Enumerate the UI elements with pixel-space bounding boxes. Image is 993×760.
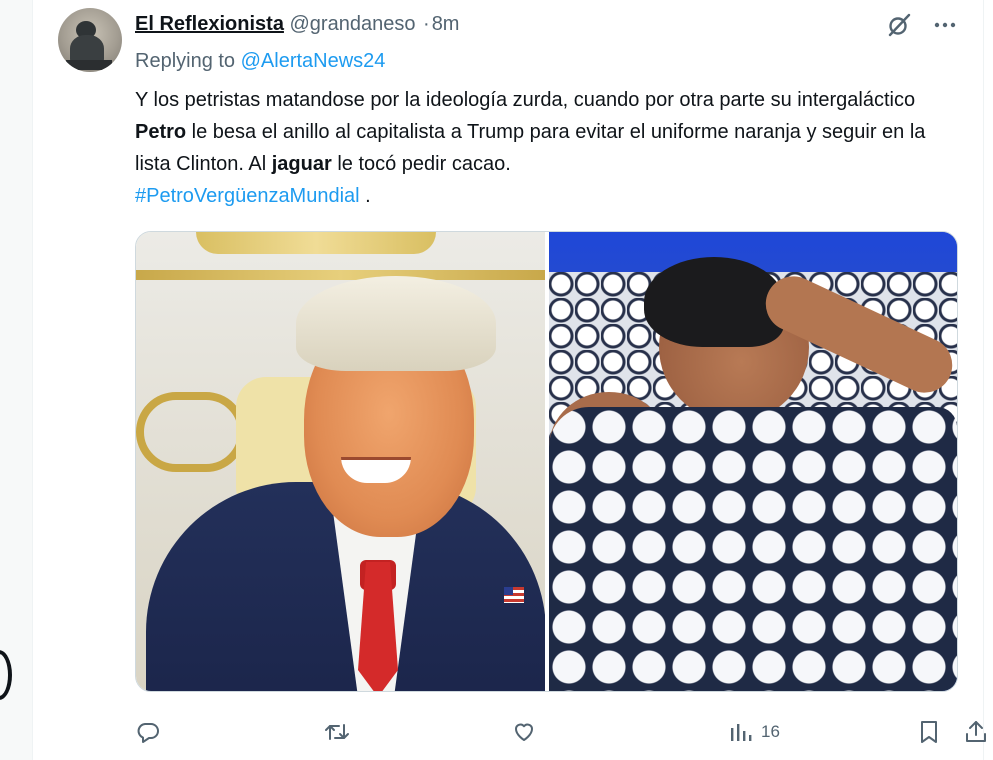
reply-icon (135, 719, 161, 745)
views-button[interactable]: 16 (729, 716, 780, 748)
avatar[interactable] (58, 8, 122, 72)
replying-to-prefix: Replying to (135, 50, 236, 72)
like-button[interactable] (511, 716, 537, 748)
author-display-name[interactable]: El Reflexionista (135, 13, 284, 35)
smiling-man-in-suit-photo[interactable] (136, 232, 545, 691)
bookmark-icon (917, 719, 941, 745)
like-icon (511, 719, 537, 745)
gold-ornament (136, 392, 246, 472)
tweet-text-part: Y los petristas matandose por la ideolog… (135, 89, 916, 111)
tweet-text-part: le besa el anillo al capitalista a Trump… (135, 121, 926, 175)
tweet-text-part: le tocó pedir cacao. (331, 153, 511, 175)
tweet[interactable]: El Reflexionista @grandaneso · 8m Replyin… (33, 0, 986, 760)
reply-mention-link[interactable]: @AlertaNews24 (241, 50, 386, 72)
grok-icon[interactable] (885, 11, 913, 39)
views-icon (729, 719, 753, 745)
share-button[interactable] (963, 716, 989, 748)
bookmark-button[interactable] (917, 716, 941, 748)
gold-molding (136, 270, 545, 280)
hair (296, 276, 496, 371)
header-separator: · (423, 13, 430, 35)
tweet-text-bold: Petro (135, 121, 187, 143)
thinker-statue-base (66, 60, 112, 70)
man-sleeping-under-blanket-photo[interactable] (548, 232, 957, 691)
dark-hair (643, 257, 784, 347)
tweet-header: El Reflexionista @grandaneso · 8m (135, 11, 459, 37)
reply-button[interactable] (135, 716, 161, 748)
hashtag-link[interactable]: #PetroVergüenzaMundial (135, 185, 360, 207)
share-icon (963, 719, 989, 745)
gold-ornament-top (196, 232, 436, 254)
column-divider-right (983, 0, 984, 760)
patterned-blanket (548, 407, 957, 691)
left-gutter (0, 0, 32, 760)
flag-pin-icon (504, 587, 524, 603)
media-grid (135, 231, 958, 692)
tweet-actions: 16 (135, 716, 986, 748)
partial-edge-icon (0, 650, 12, 700)
retweet-button[interactable] (323, 716, 351, 748)
author-handle[interactable]: @grandaneso (290, 13, 416, 35)
replying-to: Replying to @AlertaNews24 (135, 48, 385, 74)
retweet-icon (323, 719, 351, 745)
tweet-text: Y los petristas matandose por la ideolog… (135, 84, 965, 212)
more-icon[interactable] (931, 11, 959, 39)
timeline-page: El Reflexionista @grandaneso · 8m Replyin… (0, 0, 993, 760)
tweet-header-actions (885, 10, 959, 40)
tweet-text-trailing: . (359, 185, 371, 207)
tweet-timestamp[interactable]: 8m (432, 13, 460, 35)
tweet-text-bold: jaguar (271, 153, 332, 175)
views-count: 16 (761, 722, 780, 741)
